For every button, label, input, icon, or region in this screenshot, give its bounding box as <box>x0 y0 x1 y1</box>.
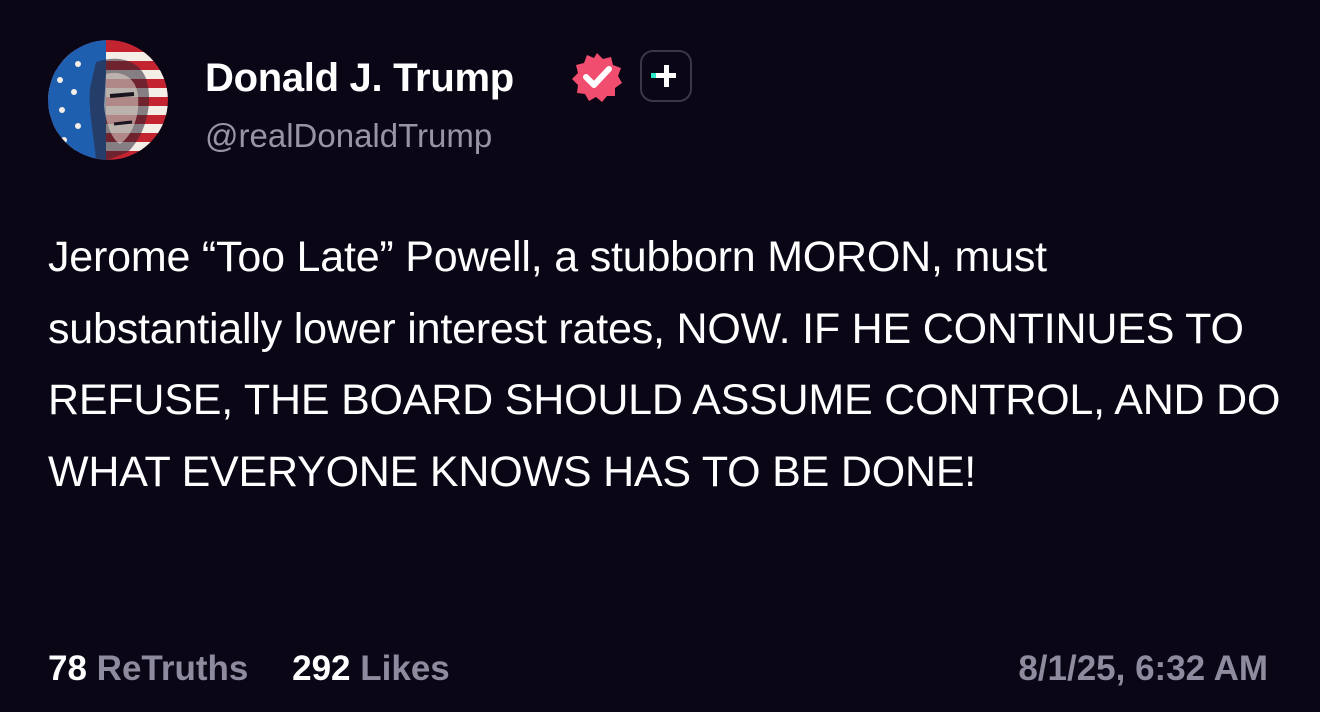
post-text: Jerome “Too Late” Powell, a stubborn MOR… <box>48 233 1281 496</box>
retruths-count: 78 <box>48 649 87 688</box>
likes-stat[interactable]: 292 Likes <box>292 646 450 692</box>
retruths-stat[interactable]: 78 ReTruths <box>48 646 248 692</box>
author-handle[interactable]: @realDonaldTrump <box>205 114 492 158</box>
author-display-name[interactable]: Donald J. Trump <box>205 52 514 104</box>
truth-post: Donald J. Trump @realDonaldTrump Jerome … <box>0 0 1320 712</box>
verified-badge-icon <box>570 50 624 104</box>
flag-portrait-avatar-icon <box>48 40 168 160</box>
retruths-label: ReTruths <box>96 649 249 688</box>
author-avatar[interactable] <box>48 40 168 160</box>
plus-subscription-icon <box>640 50 692 102</box>
post-timestamp[interactable]: 8/1/25, 6:32 AM <box>1018 646 1268 692</box>
likes-label: Likes <box>360 649 450 688</box>
likes-count: 292 <box>292 649 351 688</box>
post-stats: 78 ReTruths 292 Likes <box>48 646 484 692</box>
